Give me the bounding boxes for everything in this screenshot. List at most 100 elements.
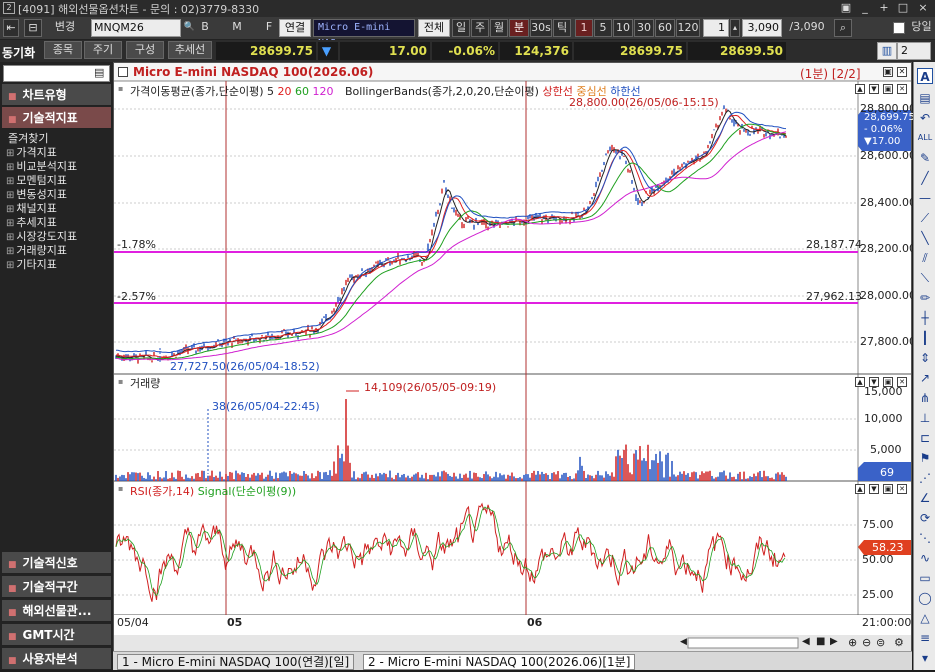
list-tool-icon[interactable]: ▤ (917, 90, 933, 106)
change-button[interactable]: 변경 (43, 19, 87, 37)
sidebar-item-other[interactable]: ⊞ 기타지표 (6, 258, 57, 273)
window-close-button[interactable]: × (915, 1, 931, 15)
ray-tool-icon[interactable]: ⟍ (917, 270, 933, 286)
period-month-button[interactable]: 월 (490, 19, 508, 37)
interval-spinner[interactable]: ▴ (730, 19, 740, 37)
pane-max-icon[interactable]: ▣ (883, 377, 893, 387)
layout-count-select[interactable]: 2 (897, 42, 931, 60)
symbol-code-input[interactable]: MNQM26 (91, 19, 181, 37)
pane-close-icon[interactable]: ✕ (897, 84, 907, 94)
layout-grid-icon[interactable]: ▥ (877, 42, 897, 60)
pane-max-icon[interactable]: ▣ (883, 484, 893, 494)
diag-tool-icon[interactable]: ╲ (917, 230, 933, 246)
fib-retrace-icon[interactable]: ≡ (917, 630, 933, 646)
letter-f-button[interactable]: F (261, 19, 277, 37)
sidebar-header-futures[interactable]: ■ 해외선물관... (2, 600, 111, 622)
zoom-reset-icon[interactable]: ⊜ (876, 636, 885, 649)
sidebar-header-chart-type[interactable]: ■ 차트유형 (2, 84, 111, 106)
sidebar-header-signal[interactable]: ■ 기술적신호 (2, 552, 111, 574)
link-button[interactable]: 연결 (279, 19, 311, 37)
scroll-left-icon[interactable]: ◀ (680, 637, 687, 647)
cycle-tool-icon[interactable]: ⟳ (917, 510, 933, 526)
pane-max-icon[interactable]: ▣ (883, 84, 893, 94)
interval-5-button[interactable]: 5 (594, 19, 612, 37)
letter-b-button[interactable]: B (197, 19, 213, 37)
pane-down-icon[interactable]: ▼ (869, 84, 879, 94)
list-icon[interactable]: ▤ (94, 66, 108, 80)
sync-label[interactable]: 동기화 (2, 44, 35, 61)
pane-down-icon[interactable]: ▼ (869, 377, 879, 387)
box-tool-icon[interactable]: ⊏ (917, 430, 933, 446)
tab-chart-2[interactable]: 2 - Micro E-mini NASDAQ 100(2026.06)[1분] (363, 654, 636, 670)
sidebar-item-market-strength[interactable]: ⊞ 시장강도지표 (6, 230, 77, 245)
chart-close-icon[interactable]: ✕ (897, 67, 907, 77)
window-maximize-button[interactable]: □ (895, 1, 911, 15)
tab-period[interactable]: 주기 (84, 41, 122, 59)
same-day-checkbox[interactable] (893, 22, 905, 34)
scroll-step-left-icon[interactable]: ◀ (802, 636, 810, 647)
all-button[interactable]: 전체 (418, 19, 450, 37)
search-icon[interactable]: 🔍 (183, 19, 196, 37)
rect-tool-icon[interactable]: ▭ (917, 570, 933, 586)
angle-tool-icon[interactable]: ∠ (917, 490, 933, 506)
chart-restore-icon[interactable]: ▣ (883, 67, 893, 77)
tri-tool-icon[interactable]: △ (917, 610, 933, 626)
interval-1-button[interactable]: 1 (575, 19, 593, 37)
circle-tool-icon[interactable]: ◯ (917, 590, 933, 606)
sidebar-header-gmt[interactable]: ■ GMT시간 (2, 624, 111, 646)
period-tick-button[interactable]: 틱 (553, 19, 571, 37)
sidebar-header-user-analysis[interactable]: ■ 사용자분석 (2, 648, 111, 670)
hline-tool-icon[interactable]: — (917, 190, 933, 206)
window-tile-button[interactable]: ▣ (838, 1, 854, 15)
gann-tool-icon[interactable]: ⋰ (917, 470, 933, 486)
pane-up-icon[interactable]: ▲ (855, 84, 865, 94)
pane-up-icon[interactable]: ▲ (855, 377, 865, 387)
rsi-legend-toggle-icon[interactable]: ▪ (118, 484, 123, 493)
fib-tool-icon[interactable]: ⇕ (917, 350, 933, 366)
tab-symbol[interactable]: 종목 (44, 41, 82, 59)
sidebar-item-price[interactable]: ⊞ 가격지표 (6, 146, 57, 161)
line-tool-icon[interactable]: ╱ (917, 170, 933, 186)
change-dropdown-icon[interactable]: ⊟ (24, 19, 42, 37)
sidebar-item-volatility[interactable]: ⊞ 변동성지표 (6, 188, 67, 203)
scroll-stop-icon[interactable]: ■ (816, 636, 825, 647)
zoom-out-icon[interactable]: ⊖ (862, 636, 871, 649)
chart-area[interactable]: Micro E-mini NASDAQ 100(2026.06) (1분) [2… (113, 62, 916, 670)
text-tool-icon[interactable]: A (917, 68, 933, 84)
window-minimize-button[interactable]: _ (857, 1, 873, 15)
sidebar-item-trend[interactable]: ⊞ 추세지표 (6, 216, 57, 231)
pane-down-icon[interactable]: ▼ (869, 484, 879, 494)
interval-60-button[interactable]: 60 (655, 19, 675, 37)
vline-tool-icon[interactable]: ┃ (917, 330, 933, 346)
clear-all-icon[interactable]: ALL (917, 130, 933, 146)
period-day-button[interactable]: 일 (452, 19, 470, 37)
channel-tool-icon[interactable]: ⫽ (917, 250, 933, 266)
pane-close-icon[interactable]: ✕ (897, 484, 907, 494)
trend-tool-icon[interactable]: ⟋ (917, 210, 933, 226)
tab-trendline[interactable]: 추세선 (168, 41, 212, 59)
symbol-name-field[interactable]: Micro E-mini NAS (313, 19, 415, 49)
chart-checkbox[interactable] (118, 67, 128, 77)
interval-30-button[interactable]: 30 (634, 19, 654, 37)
settings-gear-icon[interactable]: ⚙ (894, 636, 904, 649)
pane-up-icon[interactable]: ▲ (855, 484, 865, 494)
scroll-step-right-icon[interactable]: ▶ (830, 636, 838, 647)
mark-tool-icon[interactable]: ⚑ (917, 450, 933, 466)
interval-input[interactable]: 1 (703, 19, 729, 37)
sidebar-item-channel[interactable]: ⊞ 채널지표 (6, 202, 57, 217)
pivot-tool-icon[interactable]: ⊥ (917, 410, 933, 426)
tab-layout[interactable]: 구성 (126, 41, 164, 59)
sidebar-item-momentum[interactable]: ⊞ 모멘텀지표 (6, 174, 67, 189)
period-30s-button[interactable]: 30s (530, 19, 552, 37)
fan-tool-icon[interactable]: ⋔ (917, 390, 933, 406)
arrow-tool-icon[interactable]: ↗ (917, 370, 933, 386)
interval-10-button[interactable]: 10 (613, 19, 633, 37)
price-legend-toggle-icon[interactable]: ▪ (118, 84, 123, 93)
sidebar-header-technical[interactable]: ■ 기술적지표 (2, 107, 111, 129)
interval-120-button[interactable]: 120 (676, 19, 700, 37)
sidebar-header-section[interactable]: ■ 기술적구간 (2, 576, 111, 598)
tab-chart-1[interactable]: 1 - Micro E-mini NASDAQ 100(연결)[일] (117, 654, 355, 670)
eraser-icon[interactable]: ✎ (917, 150, 933, 166)
zoom-in-icon[interactable]: ⊕ (848, 636, 857, 649)
prev-symbol-icon[interactable]: ⇤ (3, 19, 19, 37)
